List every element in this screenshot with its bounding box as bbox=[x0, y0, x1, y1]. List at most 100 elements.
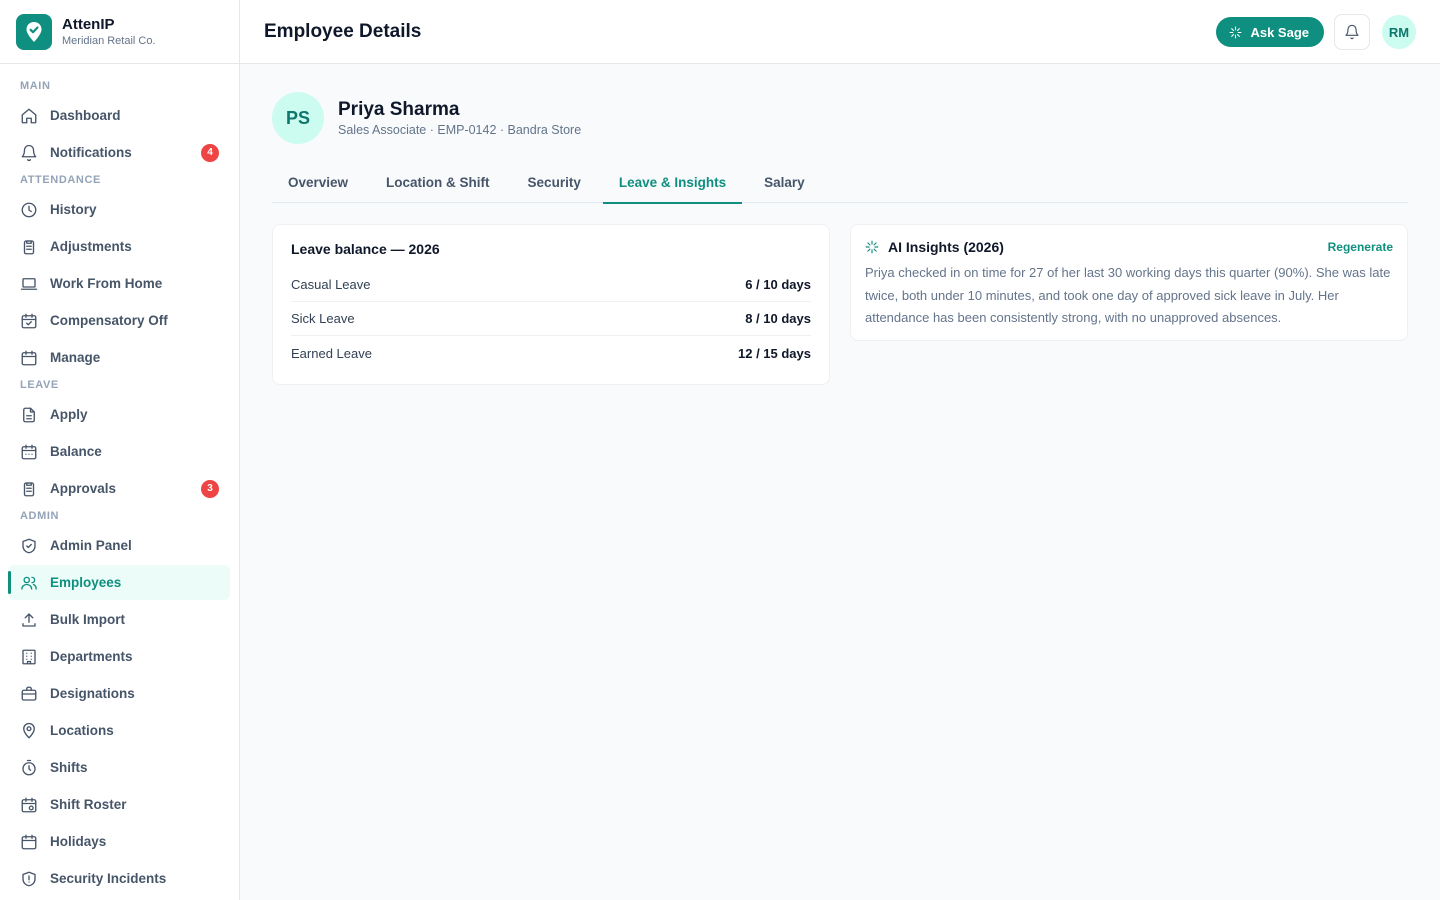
sidebar-item-label: Work From Home bbox=[50, 276, 163, 291]
leave-balance-card: Leave balance — 2026 Casual Leave 6 / 10 … bbox=[272, 224, 830, 385]
ai-insights-title: AI Insights (2026) bbox=[888, 239, 1004, 255]
bell-icon bbox=[1345, 24, 1359, 40]
sidebar-item-adjustments[interactable]: Adjustments bbox=[8, 229, 230, 264]
leave-type: Sick Leave bbox=[291, 311, 355, 326]
sidebar-item-departments[interactable]: Departments bbox=[8, 639, 230, 674]
sidebar-item-label: Departments bbox=[50, 649, 133, 664]
main-content: PS Priya Sharma Sales Associate · EMP-01… bbox=[240, 64, 1440, 900]
sidebar-item-designations[interactable]: Designations bbox=[8, 676, 230, 711]
tab-location-shift[interactable]: Location & Shift bbox=[370, 167, 506, 203]
map-pin-icon bbox=[20, 722, 38, 740]
bell-icon bbox=[20, 144, 38, 162]
stopwatch-icon bbox=[20, 759, 38, 777]
calendar-icon bbox=[20, 833, 38, 851]
sidebar-item-history[interactable]: History bbox=[8, 192, 230, 227]
sidebar-item-notifications[interactable]: Notifications 4 bbox=[8, 135, 230, 170]
count-badge: 4 bbox=[201, 143, 219, 162]
laptop-icon bbox=[20, 275, 38, 293]
sidebar-item-approvals[interactable]: Approvals 3 bbox=[8, 471, 230, 506]
tab-leave-insights[interactable]: Leave & Insights bbox=[602, 167, 743, 204]
upload-icon bbox=[20, 611, 38, 629]
sidebar-item-admin-panel[interactable]: Admin Panel bbox=[8, 528, 230, 563]
leave-value: 6 / 10 days bbox=[745, 277, 811, 292]
sidebar-item-locations[interactable]: Locations bbox=[8, 713, 230, 748]
sidebar-item-manage[interactable]: Manage bbox=[8, 340, 230, 375]
sidebar-item-employees[interactable]: Employees bbox=[8, 565, 230, 600]
leave-value: 12 / 15 days bbox=[738, 345, 811, 361]
clipboard-icon bbox=[20, 480, 38, 498]
sidebar-item-label: History bbox=[50, 202, 97, 217]
employee-name: Priya Sharma bbox=[338, 98, 460, 120]
home-icon bbox=[20, 107, 38, 125]
sidebar-item-label: Balance bbox=[50, 444, 102, 459]
tab-salary[interactable]: Salary bbox=[748, 167, 821, 203]
file-icon bbox=[20, 406, 38, 424]
sidebar-section-label: MAIN bbox=[20, 80, 51, 92]
sidebar-item-label: Holidays bbox=[50, 834, 107, 849]
sparkle-icon bbox=[865, 240, 879, 254]
users-icon bbox=[20, 574, 38, 592]
employee-profile: PS Priya Sharma Sales Associate · EMP-01… bbox=[272, 92, 1408, 144]
sidebar-item-dashboard[interactable]: Dashboard bbox=[8, 98, 230, 133]
sidebar-item-label: Shift Roster bbox=[50, 797, 127, 812]
employee-subtitle: Sales Associate · EMP-0142 · Bandra Stor… bbox=[338, 122, 582, 137]
sidebar-item-balance[interactable]: Balance bbox=[8, 434, 230, 469]
user-avatar[interactable]: RM bbox=[1382, 15, 1416, 49]
brand-org: Meridian Retail Co. bbox=[62, 34, 156, 47]
sidebar-item-label: Approvals bbox=[50, 481, 117, 496]
sidebar-item-label: Shifts bbox=[50, 760, 88, 775]
count-badge: 3 bbox=[201, 479, 219, 498]
ask-sage-label: Ask Sage bbox=[1250, 24, 1309, 40]
sidebar-item-label: Admin Panel bbox=[50, 538, 132, 553]
sidebar-section-label: ATTENDANCE bbox=[20, 174, 101, 186]
brand-logo-icon bbox=[16, 13, 52, 50]
employee-avatar: PS bbox=[272, 92, 324, 144]
top-header: Employee Details Ask Sage RM bbox=[240, 0, 1440, 64]
tab-overview[interactable]: Overview bbox=[272, 167, 364, 203]
leave-type: Casual Leave bbox=[291, 277, 371, 292]
sidebar-item-label: Employees bbox=[50, 575, 122, 590]
sidebar-item-label: Notifications bbox=[50, 145, 132, 160]
tab-security[interactable]: Security bbox=[512, 167, 597, 203]
sparkle-icon bbox=[1229, 26, 1242, 38]
sidebar-item-label: Apply bbox=[50, 407, 88, 422]
calendar-icon bbox=[20, 349, 38, 367]
sidebar-item-label: Locations bbox=[50, 723, 114, 738]
briefcase-icon bbox=[20, 685, 38, 703]
sidebar-item-shift-roster[interactable]: Shift Roster bbox=[8, 787, 230, 822]
leave-balance-title: Leave balance — 2026 bbox=[291, 241, 440, 257]
leave-row: Sick Leave 8 / 10 days bbox=[291, 302, 811, 336]
sidebar-item-compensatory-off[interactable]: Compensatory Off bbox=[8, 303, 230, 338]
sidebar-item-label: Security Incidents bbox=[50, 871, 167, 886]
brand: AttenIP Meridian Retail Co. bbox=[0, 0, 239, 64]
sidebar-section-label: ADMIN bbox=[20, 510, 60, 522]
sidebar-item-label: Adjustments bbox=[50, 239, 132, 254]
calendar-check-icon bbox=[20, 312, 38, 330]
clock-icon bbox=[20, 201, 38, 219]
calendar-clock-icon bbox=[20, 796, 38, 814]
sidebar-nav: MAIN Dashboard Notifications 4 ATTENDANCE His… bbox=[0, 64, 239, 896]
leave-balance-list: Casual Leave 6 / 10 days Sick Leave 8 / 10 … bbox=[291, 268, 811, 370]
notifications-button[interactable] bbox=[1334, 14, 1370, 50]
sidebar-item-label: Designations bbox=[50, 686, 135, 701]
sidebar-item-security-incidents[interactable]: Security Incidents bbox=[8, 861, 230, 896]
sidebar-item-work-from-home[interactable]: Work From Home bbox=[8, 266, 230, 301]
ai-insights-card: AI Insights (2026) Regenerate Priya chec… bbox=[850, 224, 1408, 341]
shield-check-icon bbox=[20, 537, 38, 555]
shield-alert-icon bbox=[20, 870, 38, 888]
calendar-grid-icon bbox=[20, 443, 38, 461]
sidebar-item-label: Bulk Import bbox=[50, 612, 126, 627]
regenerate-link[interactable]: Regenerate bbox=[1328, 240, 1393, 254]
sidebar: AttenIP Meridian Retail Co. MAIN Dashboar… bbox=[0, 0, 240, 900]
ask-sage-button[interactable]: Ask Sage bbox=[1216, 17, 1324, 47]
sidebar-section-label: LEAVE bbox=[20, 379, 59, 391]
clipboard-icon bbox=[20, 238, 38, 256]
sidebar-item-holidays[interactable]: Holidays bbox=[8, 824, 230, 859]
sidebar-item-bulk-import[interactable]: Bulk Import bbox=[8, 602, 230, 637]
tab-bar: Overview Location & Shift Security Leave & … bbox=[272, 167, 1408, 204]
building-icon bbox=[20, 648, 38, 666]
sidebar-item-apply[interactable]: Apply bbox=[8, 397, 230, 432]
ai-insights-text: Priya checked in on time for 27 of her l… bbox=[865, 265, 1391, 325]
page-title: Employee Details bbox=[264, 20, 422, 42]
sidebar-item-shifts[interactable]: Shifts bbox=[8, 750, 230, 785]
